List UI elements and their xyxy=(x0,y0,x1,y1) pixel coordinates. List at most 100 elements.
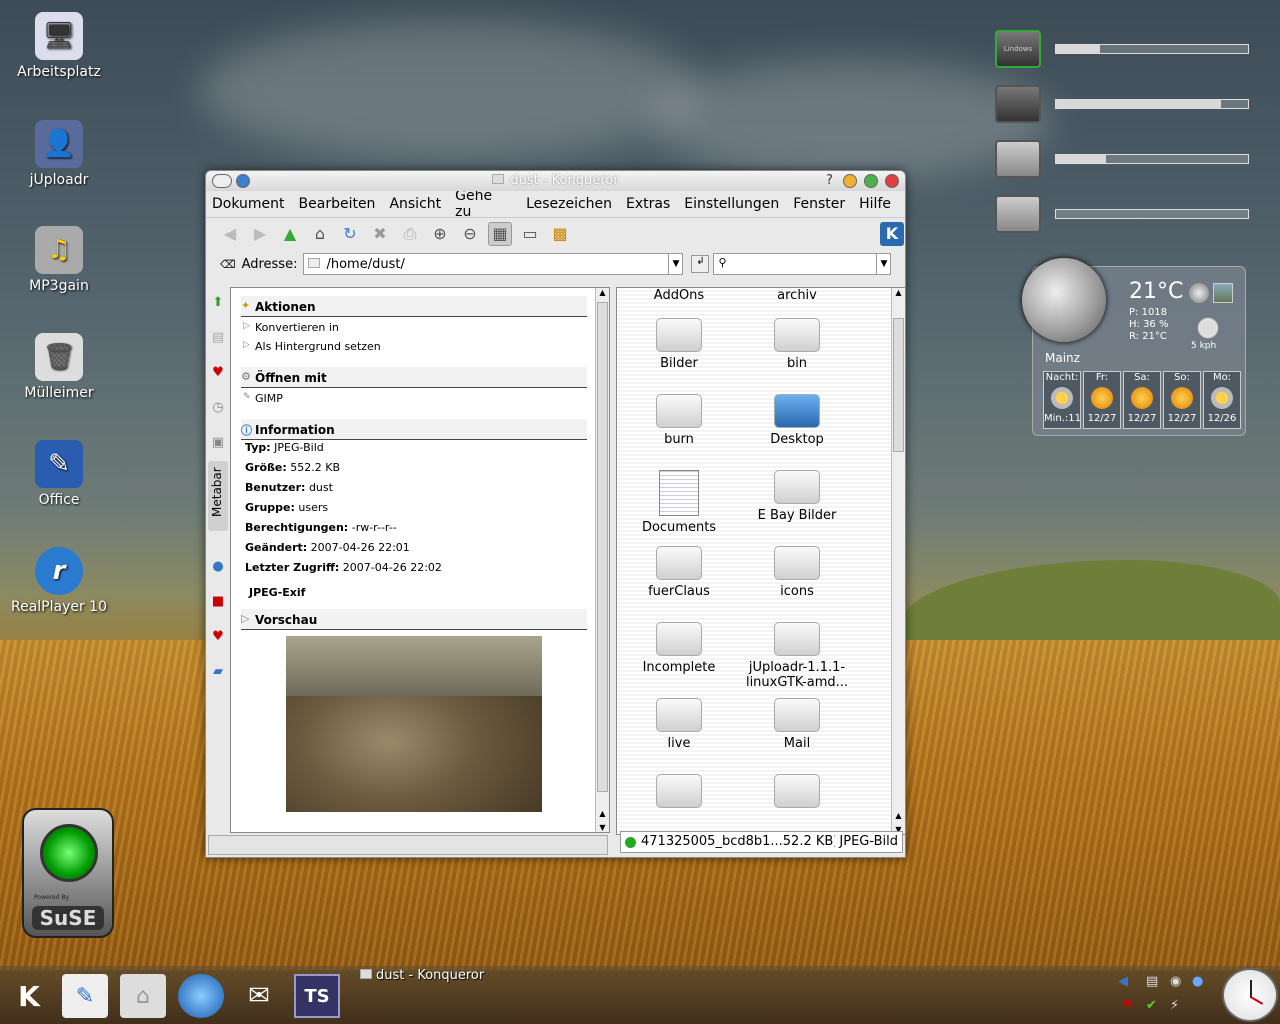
scroll-thumb[interactable] xyxy=(893,318,904,452)
file-item[interactable]: icons xyxy=(737,546,857,599)
file-item[interactable]: bin xyxy=(737,318,857,371)
reload-icon[interactable]: ↻ xyxy=(338,222,362,246)
sidebar-tab-metabar[interactable]: Metabar xyxy=(208,461,228,531)
sidebar-tab-media-icon[interactable]: ■ xyxy=(208,594,228,614)
sidebar-tab-home-icon[interactable]: ⬆ xyxy=(208,295,228,315)
section-header[interactable]: ✦ Aktionen xyxy=(241,296,587,317)
file-item[interactable]: E Bay Bilder xyxy=(737,470,857,523)
search-input[interactable]: ⚲ ▼ xyxy=(713,253,892,275)
close-button[interactable] xyxy=(885,174,899,188)
menu-einstellungen[interactable]: Einstellungen xyxy=(684,196,779,212)
window-menu-button[interactable] xyxy=(212,174,232,188)
window-titlebar[interactable]: dust - Konqueror ? xyxy=(206,171,905,191)
sidebar-tab-network-icon[interactable]: ● xyxy=(208,559,228,579)
section-header[interactable]: ⚙ Öffnen mit xyxy=(241,367,587,388)
open-with-gimp[interactable]: ✎ GIMP xyxy=(241,388,587,407)
scroll-down-arrow[interactable]: ▼ xyxy=(596,823,609,832)
menu-fenster[interactable]: Fenster xyxy=(793,196,845,212)
sidebar-tab-history-icon[interactable]: ◷ xyxy=(208,400,228,420)
print-icon[interactable]: ⎙ xyxy=(398,222,422,246)
check-icon[interactable]: ✔ xyxy=(1146,998,1157,1013)
desktop-icon-juploadr[interactable]: 👤 jUploadr xyxy=(4,120,114,188)
scroll-up-arrow[interactable]: ▲ xyxy=(892,288,905,297)
scroll-up-arrow-bottom[interactable]: ▲ xyxy=(892,811,905,820)
landscape-icon[interactable] xyxy=(1213,283,1233,303)
section-header[interactable]: ▷ Vorschau xyxy=(241,609,587,630)
scroll-up-arrow-bottom[interactable]: ▲ xyxy=(596,809,609,818)
search-dropdown[interactable]: ▼ xyxy=(876,254,890,274)
menu-extras[interactable]: Extras xyxy=(626,196,670,212)
zoom-out-icon[interactable]: ⊖ xyxy=(458,222,482,246)
exif-label[interactable]: JPEG-Exif xyxy=(241,578,587,603)
flag-icon[interactable]: ⚑ xyxy=(1122,998,1134,1013)
menu-ansicht[interactable]: Ansicht xyxy=(389,196,441,212)
file-item[interactable]: archiv xyxy=(737,288,857,303)
kde-throbber-icon[interactable]: K xyxy=(880,221,904,246)
sidebar-tab-doc-icon[interactable]: ▤ xyxy=(208,330,228,350)
kde-menu-icon[interactable]: K xyxy=(6,974,52,1018)
menu-gehe-zu[interactable]: Gehe zu xyxy=(455,188,512,220)
go-button[interactable]: ↲ xyxy=(691,255,710,273)
maximize-button[interactable] xyxy=(864,174,878,188)
file-item[interactable]: jUploadr-1.1.1-linuxGTK-amd... xyxy=(737,622,857,690)
file-item[interactable] xyxy=(737,774,857,812)
help-button[interactable]: ? xyxy=(826,171,833,191)
up-icon[interactable]: ▲ xyxy=(278,222,302,246)
action-set-wallpaper[interactable]: ▷ Als Hintergrund setzen xyxy=(241,336,587,355)
file-item[interactable]: live xyxy=(619,698,739,751)
forward-icon[interactable]: ▶ xyxy=(248,222,272,246)
address-dropdown[interactable]: ▼ xyxy=(668,254,682,274)
mail-icon[interactable]: ✉ xyxy=(236,974,282,1018)
split-view-icon[interactable]: ▭ xyxy=(518,222,542,246)
file-view[interactable]: AddOns archiv Bilder bin burn Desktop Document… xyxy=(616,287,906,835)
icon-view-icon[interactable]: ▦ xyxy=(488,221,512,246)
clock-icon[interactable] xyxy=(1222,968,1278,1022)
taskbar-task-konqueror[interactable]: dust - Konqueror xyxy=(360,968,484,983)
menu-hilfe[interactable]: Hilfe xyxy=(859,196,891,212)
menu-dokument[interactable]: Dokument xyxy=(212,196,285,212)
clipboard-icon[interactable]: ▤ xyxy=(1146,974,1158,989)
sidebar-tab-device-icon[interactable]: ▣ xyxy=(208,435,228,455)
sticky-button[interactable] xyxy=(236,174,250,188)
desktop-icon-arbeitsplatz[interactable]: 🖥 Arbeitsplatz xyxy=(4,12,114,80)
section-header[interactable]: ⓘ Information xyxy=(241,419,587,440)
desktop-icon-trash[interactable]: 🗑 Mülleimer xyxy=(4,333,114,401)
file-item[interactable]: Mail xyxy=(737,698,857,751)
camera-icon[interactable]: ◉ xyxy=(1170,974,1181,989)
thumbnail-view-icon[interactable]: ▩ xyxy=(548,222,572,246)
metabar-scrollbar[interactable]: ▲ ▲ ▼ xyxy=(595,288,609,832)
file-item[interactable]: Documents xyxy=(619,470,739,535)
sidebar-tab-favorites-icon[interactable]: ♥ xyxy=(208,629,228,649)
suse-green-button-icon[interactable] xyxy=(40,824,98,882)
file-item[interactable]: Incomplete xyxy=(619,622,739,675)
scroll-thumb[interactable] xyxy=(597,302,608,792)
file-item[interactable]: burn xyxy=(619,394,739,447)
network-icon[interactable]: ● xyxy=(1192,974,1203,989)
file-scrollbar[interactable]: ▲ ▲ ▼ xyxy=(891,288,905,834)
file-item[interactable]: Desktop xyxy=(737,394,857,447)
search-provider-icon[interactable]: ⚲ xyxy=(718,256,726,269)
stop-icon[interactable]: ✖ xyxy=(368,222,392,246)
minimize-button[interactable] xyxy=(843,174,857,188)
file-item[interactable]: Bilder xyxy=(619,318,739,371)
desktop-icon-mp3gain[interactable]: ♫ MP3gain xyxy=(4,226,114,294)
globe-icon[interactable] xyxy=(1189,283,1209,303)
address-input[interactable]: /home/dust/ ▼ xyxy=(303,253,684,275)
scroll-up-arrow[interactable]: ▲ xyxy=(596,288,609,297)
sidebar-tab-desktop-icon[interactable]: ▰ xyxy=(208,664,228,684)
action-convert[interactable]: ▷ Konvertieren in xyxy=(241,317,587,336)
file-item[interactable] xyxy=(619,774,739,812)
file-item[interactable]: AddOns xyxy=(619,288,739,303)
teamspeak-icon[interactable]: TS xyxy=(294,974,340,1018)
clear-address-icon[interactable]: ⌫ xyxy=(220,258,236,271)
file-item[interactable]: fuerClaus xyxy=(619,546,739,599)
konqueror-window[interactable]: dust - Konqueror ? Dokument Bearbeiten A… xyxy=(205,170,906,858)
sidebar-tab-bookmark-icon[interactable]: ♥ xyxy=(208,365,228,385)
menu-bearbeiten[interactable]: Bearbeiten xyxy=(299,196,376,212)
browser-icon[interactable] xyxy=(178,974,224,1018)
back-icon[interactable]: ◀ xyxy=(218,222,242,246)
suse-widget[interactable]: Powered By SuSE xyxy=(22,808,114,938)
zoom-in-icon[interactable]: ⊕ xyxy=(428,222,452,246)
plug-icon[interactable]: ⚡ xyxy=(1170,998,1179,1013)
home-folder-icon[interactable]: ⌂ xyxy=(120,974,166,1018)
